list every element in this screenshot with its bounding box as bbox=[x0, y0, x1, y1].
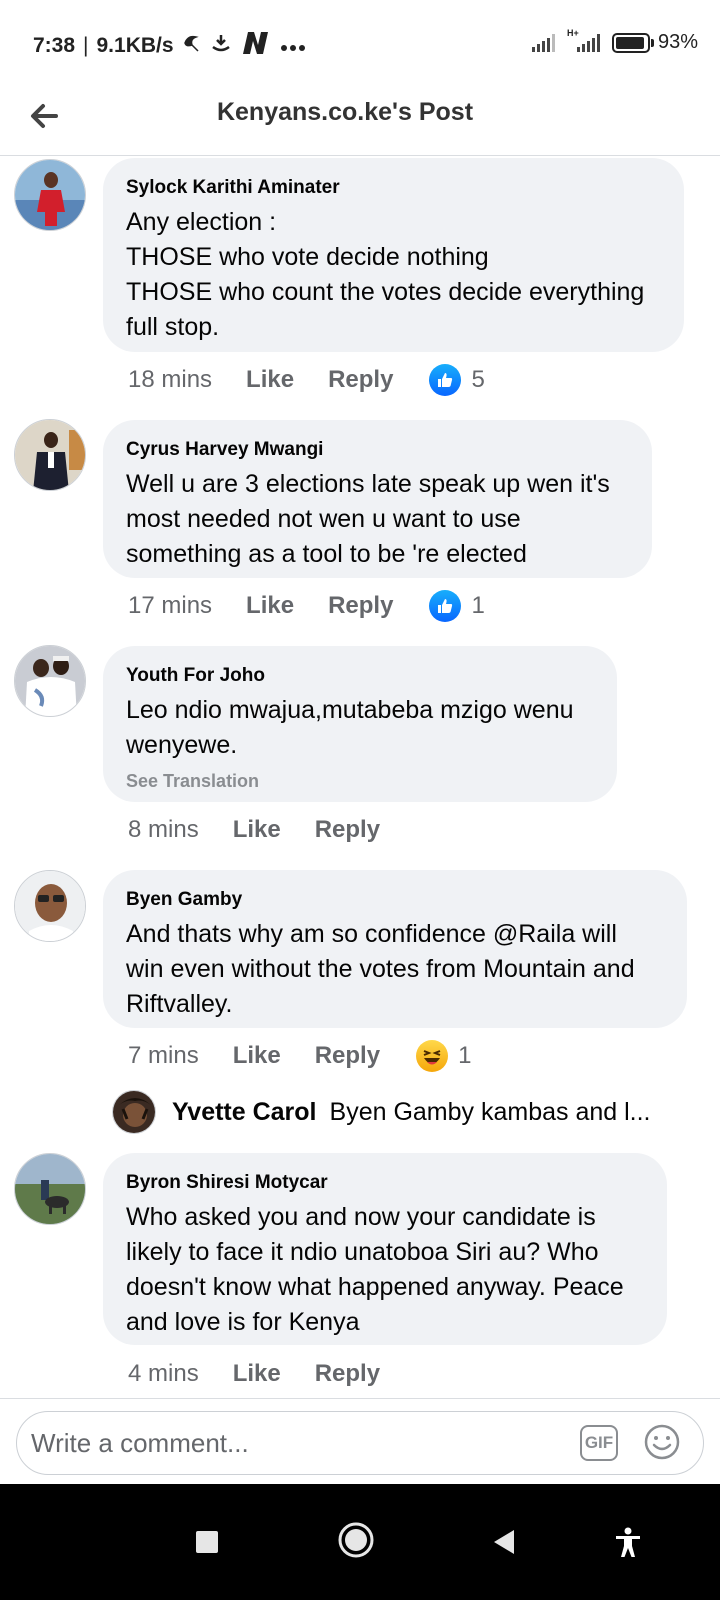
avatar[interactable] bbox=[14, 870, 86, 942]
reply-button[interactable]: Reply bbox=[328, 592, 393, 620]
recents-square-icon[interactable] bbox=[189, 1524, 225, 1560]
avatar[interactable] bbox=[112, 1090, 156, 1134]
haha-icon bbox=[416, 1040, 449, 1072]
comment-bubble[interactable]: Cyrus Harvey Mwangi Well u are 3 electio… bbox=[103, 420, 652, 578]
comment-actions: 8 mins Like Reply bbox=[128, 812, 380, 848]
download-notification-icon bbox=[210, 33, 232, 59]
reply-button[interactable]: Reply bbox=[315, 816, 380, 844]
avatar[interactable] bbox=[14, 159, 86, 231]
comment-time[interactable]: 4 mins bbox=[128, 1360, 199, 1388]
comment-bubble[interactable]: Byron Shiresi Motycar Who asked you and … bbox=[103, 1153, 667, 1345]
like-button[interactable]: Like bbox=[246, 592, 294, 620]
like-button[interactable]: Like bbox=[233, 1042, 281, 1070]
reaction-count: 1 bbox=[471, 592, 485, 619]
page-title: Kenyans.co.ke's Post bbox=[216, 98, 474, 126]
post-header: Kenyans.co.ke's Post bbox=[0, 84, 720, 156]
comment-bubble[interactable]: Byen Gamby And thats why am so confidenc… bbox=[103, 870, 687, 1028]
signal-strength-icon-2: H+ bbox=[567, 28, 600, 52]
status-left: 7:38 | 9.1KB/s bbox=[33, 30, 306, 62]
comment-text: And thats why am so confidence @Raila wi… bbox=[126, 920, 635, 1018]
like-button[interactable]: Like bbox=[233, 816, 281, 844]
home-circle-icon[interactable] bbox=[336, 1520, 376, 1560]
reaction-summary[interactable]: 5 bbox=[429, 364, 485, 396]
reaction-summary[interactable]: 1 bbox=[429, 590, 485, 622]
reaction-count: 5 bbox=[471, 366, 485, 393]
accessibility-icon[interactable] bbox=[610, 1524, 646, 1560]
comment-author[interactable]: Byron Shiresi Motycar bbox=[126, 1170, 645, 1196]
comment-actions: 7 mins Like Reply 1 bbox=[128, 1038, 471, 1074]
see-translation-link[interactable]: See Translation bbox=[126, 771, 595, 792]
signal-strength-icon-1 bbox=[531, 33, 555, 52]
comment-text: Any election : THOSE who vote decide not… bbox=[126, 208, 645, 341]
comment-time[interactable]: 7 mins bbox=[128, 1042, 199, 1070]
comment-time[interactable]: 8 mins bbox=[128, 816, 199, 844]
status-right: H+ 93% bbox=[531, 28, 698, 54]
comment-author[interactable]: Sylock Karithi Aminater bbox=[126, 175, 662, 201]
avatar[interactable] bbox=[14, 645, 86, 717]
avatar[interactable] bbox=[14, 419, 86, 491]
gif-button[interactable]: GIF bbox=[580, 1425, 618, 1461]
more-notifications-icon bbox=[280, 35, 306, 58]
reaction-count: 1 bbox=[458, 1042, 472, 1069]
comment-actions: 17 mins Like Reply 1 bbox=[128, 588, 485, 624]
comment-actions: 4 mins Like Reply bbox=[128, 1356, 380, 1392]
reaction-summary[interactable]: 1 bbox=[416, 1040, 471, 1072]
comment-author[interactable]: Youth For Joho bbox=[126, 663, 595, 689]
status-time: 7:38 bbox=[33, 34, 76, 57]
like-icon bbox=[429, 364, 462, 396]
reply-author[interactable]: Yvette Carol bbox=[172, 1098, 317, 1127]
network-speed: 9.1KB/s bbox=[96, 34, 174, 57]
emoji-icon[interactable] bbox=[643, 1423, 681, 1461]
reply-preview[interactable]: Yvette Carol Byen Gamby kambas and l... bbox=[112, 1090, 651, 1134]
comment-text: Who asked you and now your candidate is … bbox=[126, 1203, 624, 1336]
comment-composer: GIF bbox=[0, 1398, 720, 1484]
comment-time[interactable]: 18 mins bbox=[128, 366, 212, 394]
battery-icon: 93% bbox=[611, 31, 698, 54]
reply-button[interactable]: Reply bbox=[328, 366, 393, 394]
like-button[interactable]: Like bbox=[233, 1360, 281, 1388]
comment-time[interactable]: 17 mins bbox=[128, 592, 212, 620]
like-button[interactable]: Like bbox=[246, 366, 294, 394]
reply-button[interactable]: Reply bbox=[315, 1360, 380, 1388]
n-app-notification-icon bbox=[240, 30, 272, 62]
network-type: H+ bbox=[566, 27, 579, 38]
comment-text: Well u are 3 elections late speak up wen… bbox=[126, 470, 610, 568]
comment-bubble[interactable]: Youth For Joho Leo ndio mwajua,mutabeba … bbox=[103, 646, 617, 802]
like-icon bbox=[429, 590, 462, 622]
system-nav-bar bbox=[0, 1484, 720, 1600]
avatar[interactable] bbox=[14, 1153, 86, 1225]
reply-button[interactable]: Reply bbox=[315, 1042, 380, 1070]
comment-actions: 18 mins Like Reply 5 bbox=[128, 362, 485, 398]
comment-bubble[interactable]: Sylock Karithi Aminater Any election : T… bbox=[103, 158, 684, 352]
reply-text: Byen Gamby kambas and l... bbox=[329, 1097, 651, 1126]
swirl-notification-icon bbox=[182, 33, 202, 59]
battery-percent: 93% bbox=[657, 31, 698, 53]
status-bar: 7:38 | 9.1KB/s H+ 93% bbox=[0, 0, 720, 84]
status-separator: | bbox=[83, 34, 89, 57]
comment-author[interactable]: Byen Gamby bbox=[126, 887, 665, 913]
back-triangle-icon[interactable] bbox=[486, 1524, 522, 1560]
comment-author[interactable]: Cyrus Harvey Mwangi bbox=[126, 437, 630, 463]
comment-text: Leo ndio mwajua,mutabeba mzigo wenu weny… bbox=[126, 696, 574, 759]
